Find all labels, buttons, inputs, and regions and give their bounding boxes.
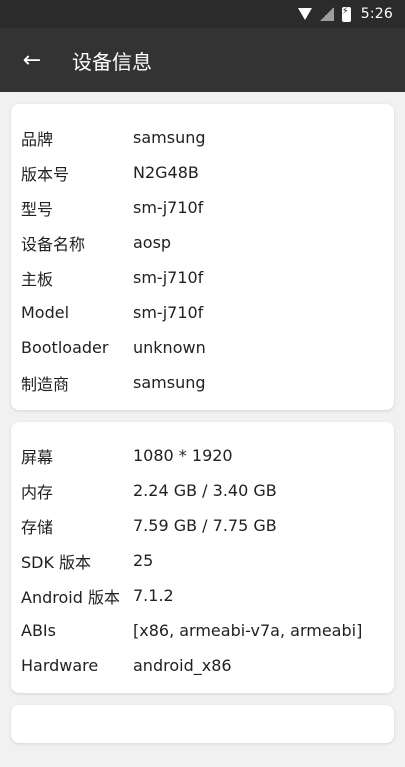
info-key: 内存 bbox=[21, 482, 54, 502]
status-bar: 5:26 bbox=[0, 0, 405, 28]
device-info-card: 品牌 samsung 版本号 N2G48B 型号 sm-j710f 设备名称 a… bbox=[11, 104, 394, 410]
page-title: 设备信息 bbox=[72, 49, 152, 74]
info-row: SDK 版本 25 bbox=[21, 543, 384, 578]
info-key: Model bbox=[21, 303, 70, 322]
info-value: sm-j710f bbox=[133, 268, 204, 287]
status-time: 5:26 bbox=[360, 6, 393, 22]
info-row: 屏幕 1080 * 1920 bbox=[21, 438, 384, 473]
info-row: Hardware android_x86 bbox=[21, 648, 384, 683]
info-value: unknown bbox=[133, 338, 206, 357]
app-bar: ← 设备信息 bbox=[0, 28, 405, 92]
info-row: ABIs [x86, armeabi-v7a, armeabi] bbox=[21, 613, 384, 648]
info-row: 版本号 N2G48B bbox=[21, 155, 384, 190]
info-value: android_x86 bbox=[133, 656, 232, 675]
content: 品牌 samsung 版本号 N2G48B 型号 sm-j710f 设备名称 a… bbox=[0, 92, 405, 767]
info-row: 型号 sm-j710f bbox=[21, 190, 384, 225]
info-value: 25 bbox=[133, 551, 154, 570]
info-key: 型号 bbox=[21, 199, 54, 219]
info-key: 设备名称 bbox=[21, 234, 86, 254]
info-row: 存储 7.59 GB / 7.75 GB bbox=[21, 508, 384, 543]
info-row: 制造商 samsung bbox=[21, 365, 384, 400]
info-value: 1080 * 1920 bbox=[133, 446, 233, 465]
signal-icon bbox=[319, 7, 334, 21]
info-key: SDK 版本 bbox=[21, 552, 92, 572]
info-value: [x86, armeabi-v7a, armeabi] bbox=[133, 621, 363, 640]
info-value: sm-j710f bbox=[133, 198, 204, 217]
battery-charging-icon bbox=[341, 6, 351, 22]
info-key: 存储 bbox=[21, 517, 54, 537]
info-row: Bootloader unknown bbox=[21, 330, 384, 365]
info-value: samsung bbox=[133, 128, 206, 147]
info-key: 版本号 bbox=[21, 164, 70, 184]
info-key: Hardware bbox=[21, 656, 99, 675]
system-info-card: 屏幕 1080 * 1920 内存 2.24 GB / 3.40 GB 存储 7… bbox=[11, 422, 394, 693]
info-row: 内存 2.24 GB / 3.40 GB bbox=[21, 473, 384, 508]
status-icons: 5:26 bbox=[297, 6, 393, 22]
info-row: Model sm-j710f bbox=[21, 295, 384, 330]
info-key: 主板 bbox=[21, 269, 54, 289]
arrow-left-icon: ← bbox=[22, 47, 42, 73]
info-row: 设备名称 aosp bbox=[21, 225, 384, 260]
wifi-icon bbox=[297, 8, 312, 20]
info-value: samsung bbox=[133, 373, 206, 392]
info-key: ABIs bbox=[21, 621, 56, 640]
info-value: sm-j710f bbox=[133, 303, 204, 322]
back-button[interactable]: ← bbox=[16, 44, 48, 76]
info-value: aosp bbox=[133, 233, 172, 252]
info-key: 品牌 bbox=[21, 129, 54, 149]
info-row: Android 版本 7.1.2 bbox=[21, 578, 384, 613]
info-key: 屏幕 bbox=[21, 447, 54, 467]
info-key: Android 版本 bbox=[21, 587, 120, 607]
info-key: 制造商 bbox=[21, 374, 70, 394]
info-key: Bootloader bbox=[21, 338, 109, 357]
info-row: 主板 sm-j710f bbox=[21, 260, 384, 295]
info-row: 品牌 samsung bbox=[21, 120, 384, 155]
info-value: 7.59 GB / 7.75 GB bbox=[133, 516, 277, 535]
next-info-card bbox=[11, 705, 394, 743]
info-value: N2G48B bbox=[133, 163, 199, 182]
info-value: 2.24 GB / 3.40 GB bbox=[133, 481, 277, 500]
info-value: 7.1.2 bbox=[133, 586, 174, 605]
